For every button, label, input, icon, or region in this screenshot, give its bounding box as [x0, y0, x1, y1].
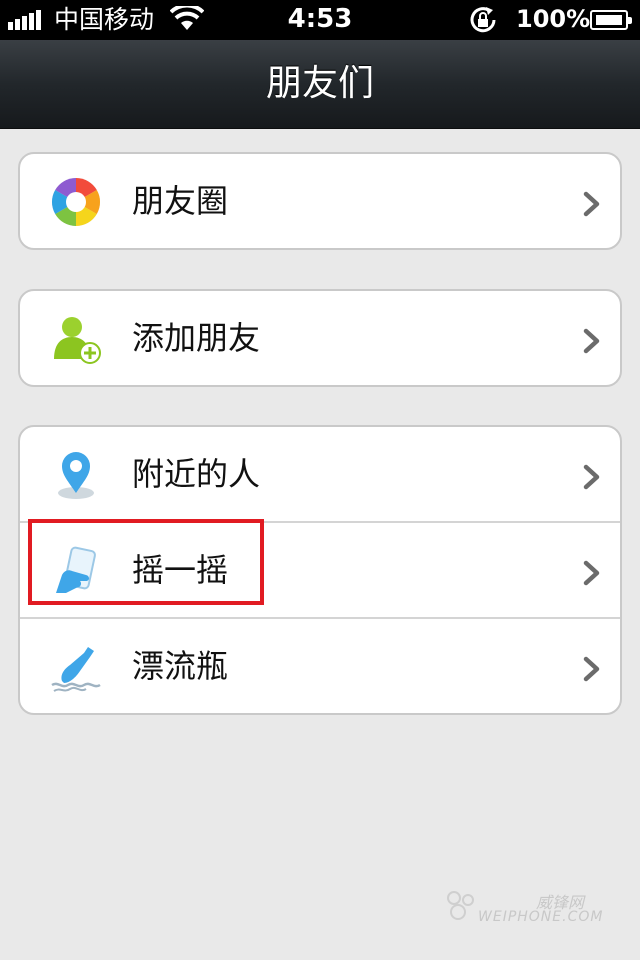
menu-item-nearby[interactable]: 附近的人 — [20, 427, 620, 521]
orientation-lock-icon — [470, 7, 496, 33]
chevron-right-icon — [583, 191, 600, 217]
menu-item-label: 摇一摇 — [132, 551, 229, 589]
menu-item-label: 漂流瓶 — [132, 647, 229, 685]
chevron-right-icon — [583, 328, 600, 354]
menu-group-discover: 附近的人 摇一摇 漂流瓶 — [18, 425, 622, 715]
shake-phone-icon — [56, 546, 96, 593]
menu-item-add-friend[interactable]: 添加朋友 — [20, 291, 620, 385]
menu-item-label: 添加朋友 — [132, 319, 261, 357]
battery-charging-icon — [590, 10, 632, 30]
moments-aperture-icon — [51, 178, 101, 226]
menu-group-moments: 朋友圈 — [18, 152, 622, 250]
chevron-right-icon — [583, 656, 600, 682]
weiphone-logo-icon — [447, 891, 474, 920]
page-title: 朋友们 — [265, 63, 374, 104]
location-pin-icon — [58, 452, 94, 499]
menu-item-label: 附近的人 — [132, 455, 261, 493]
add-friend-icon — [54, 317, 101, 364]
battery-percent: 100% — [516, 5, 591, 33]
menu-item-moments[interactable]: 朋友圈 — [20, 154, 620, 248]
menu-item-label: 朋友圈 — [132, 182, 229, 220]
menu-item-shake[interactable]: 摇一摇 — [20, 521, 620, 617]
menu-item-drift-bottle[interactable]: 漂流瓶 — [20, 617, 620, 713]
watermark-url: WEIPHONE.COM — [478, 909, 604, 925]
status-bar: 中国移动 4:53 100% — [0, 0, 640, 40]
drift-bottle-icon — [51, 647, 101, 692]
chevron-right-icon — [583, 560, 600, 586]
chevron-right-icon — [583, 464, 600, 490]
menu-group-add-friend: 添加朋友 — [18, 289, 622, 387]
nav-bar: 朋友们 — [0, 40, 640, 129]
